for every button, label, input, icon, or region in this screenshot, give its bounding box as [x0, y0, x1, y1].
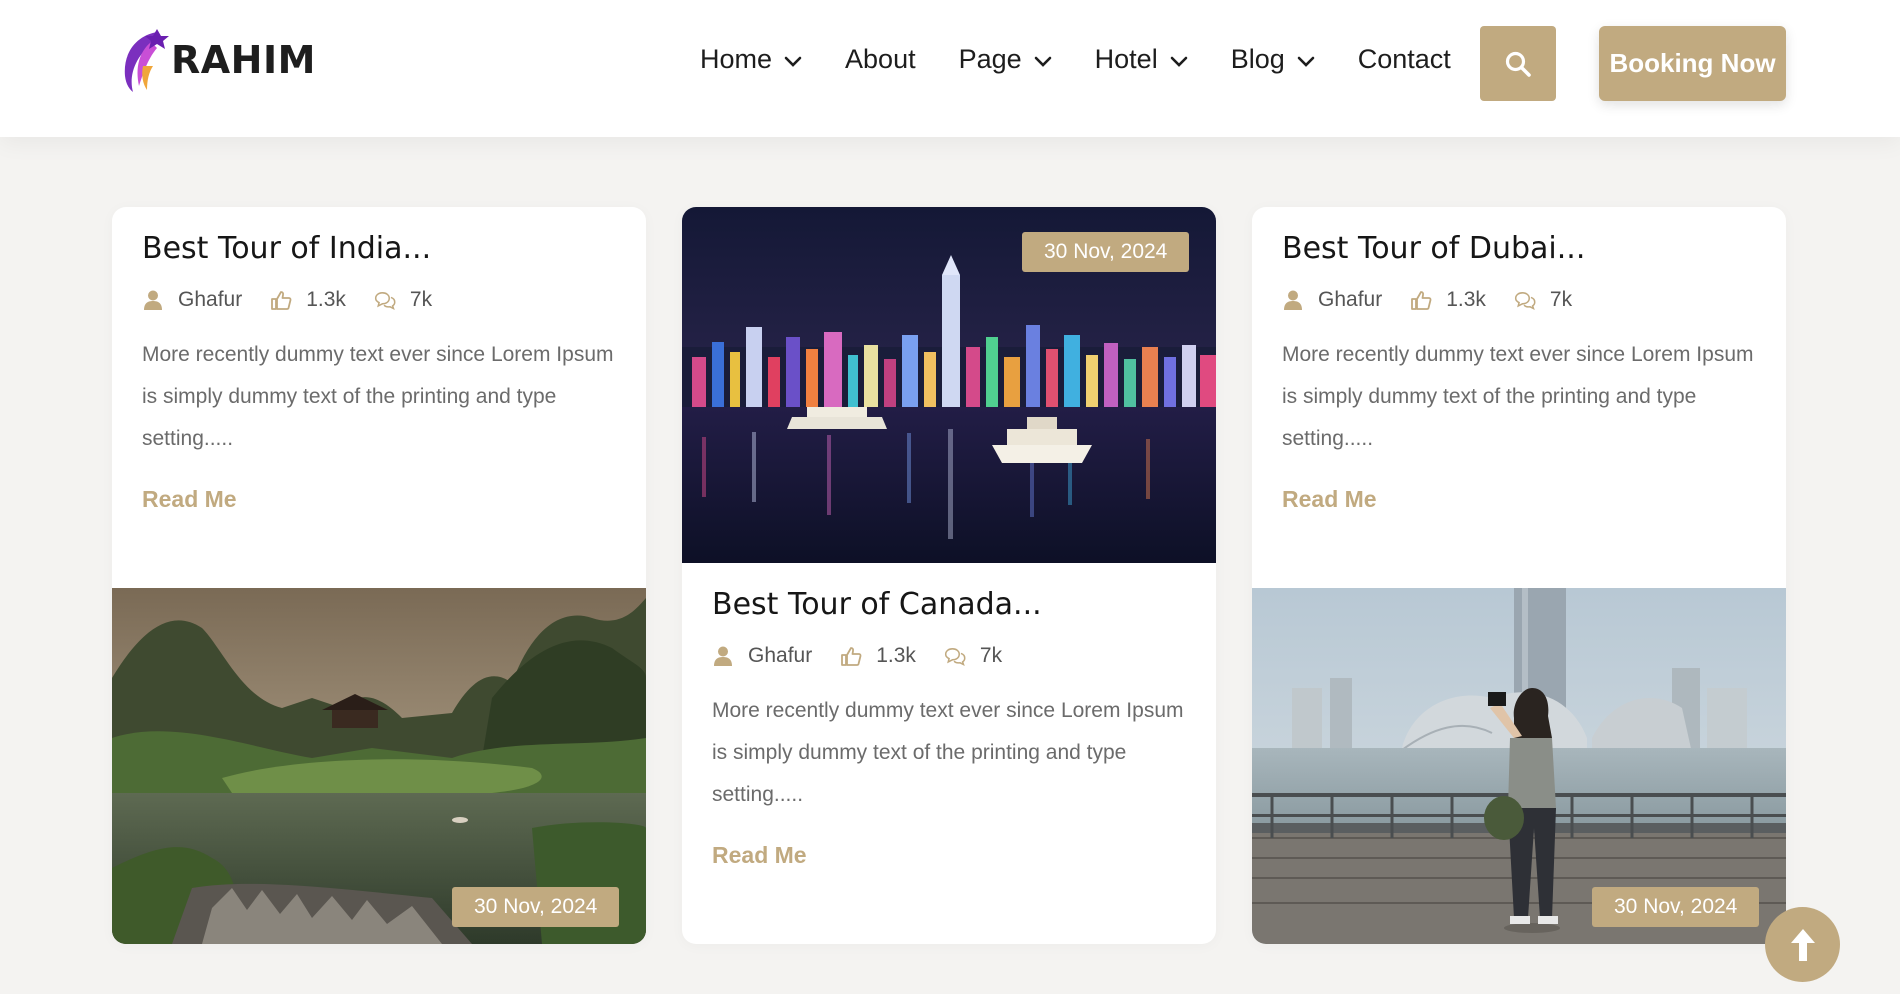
post-comments[interactable]: 7k [1514, 288, 1572, 312]
chevron-down-icon [1297, 56, 1315, 67]
read-more-link[interactable]: Read Me [712, 842, 807, 869]
post-excerpt: More recently dummy text ever since Lore… [142, 343, 614, 450]
chevron-down-icon [784, 56, 802, 67]
card-content: Best Tour of Dubai... Ghafur 1.3k 7k Mor… [1252, 207, 1786, 513]
logo-swoosh-icon [124, 29, 169, 92]
post-title[interactable]: Best Tour of Canada... [712, 587, 1186, 622]
chevron-down-icon [1034, 56, 1051, 67]
blog-card-india: Best Tour of India... Ghafur 1.3k 7k Mor… [112, 207, 646, 944]
post-image[interactable]: 30 Nov, 2024 [682, 207, 1216, 563]
post-likes[interactable]: 1.3k [840, 644, 916, 668]
chevron-down-icon [1170, 56, 1187, 67]
thumbs-up-icon [1411, 291, 1432, 310]
comments-count: 7k [979, 644, 1003, 667]
card-content: Best Tour of Canada... Ghafur 1.3k 7k Mo… [682, 563, 1216, 869]
main-nav: Home About Page Hotel Blog Contact [700, 44, 1451, 75]
post-meta: Ghafur 1.3k 7k [1282, 288, 1756, 312]
comments-count: 7k [1549, 288, 1573, 311]
user-icon [144, 290, 162, 310]
nav-item-label: Contact [1357, 44, 1451, 74]
post-title[interactable]: Best Tour of India... [142, 231, 616, 266]
post-author[interactable]: Ghafur [142, 288, 242, 312]
post-comments[interactable]: 7k [944, 644, 1002, 668]
post-author[interactable]: Ghafur [712, 644, 812, 668]
nav-item-home[interactable]: Home [700, 44, 802, 75]
read-more-link[interactable]: Read Me [1282, 486, 1377, 513]
post-comments[interactable]: 7k [374, 288, 432, 312]
post-date-badge: 30 Nov, 2024 [1022, 232, 1190, 272]
nav-item-label: About [845, 44, 916, 74]
nav-item-label: Page [958, 44, 1022, 74]
likes-count: 1.3k [306, 288, 346, 311]
post-meta: Ghafur 1.3k 7k [712, 644, 1186, 668]
comments-icon [1514, 292, 1536, 310]
nav-item-page[interactable]: Page [959, 44, 1052, 75]
booking-now-button[interactable]: Booking Now [1599, 26, 1786, 101]
likes-count: 1.3k [1446, 288, 1486, 311]
blog-card-dubai: Best Tour of Dubai... Ghafur 1.3k 7k Mor… [1252, 207, 1786, 944]
nav-item-hotel[interactable]: Hotel [1095, 44, 1188, 75]
post-excerpt: More recently dummy text ever since Lore… [1282, 343, 1754, 450]
comments-count: 7k [409, 288, 433, 311]
card-content: Best Tour of India... Ghafur 1.3k 7k Mor… [112, 207, 646, 513]
author-name: Ghafur [748, 644, 813, 667]
author-name: Ghafur [1318, 288, 1383, 311]
arrow-up-icon [1790, 928, 1815, 961]
read-more-link[interactable]: Read Me [142, 486, 237, 513]
author-name: Ghafur [178, 288, 243, 311]
post-author[interactable]: Ghafur [1282, 288, 1382, 312]
scroll-to-top-button[interactable] [1765, 907, 1840, 982]
post-date-badge: 30 Nov, 2024 [452, 887, 620, 927]
blog-card-canada: 30 Nov, 2024 Best Tour of Canada... Ghaf… [682, 207, 1216, 944]
nav-item-label: Home [700, 44, 773, 74]
nav-item-blog[interactable]: Blog [1231, 44, 1315, 75]
post-date-badge: 30 Nov, 2024 [1592, 887, 1760, 927]
post-likes[interactable]: 1.3k [270, 288, 346, 312]
post-title[interactable]: Best Tour of Dubai... [1282, 231, 1756, 266]
site-logo[interactable]: RAHIM [117, 26, 316, 94]
post-image[interactable]: 30 Nov, 2024 [112, 588, 646, 944]
post-meta: Ghafur 1.3k 7k [142, 288, 616, 312]
brand-name: RAHIM [171, 38, 316, 82]
comments-icon [374, 292, 396, 310]
nav-item-about[interactable]: About [845, 44, 916, 75]
post-image[interactable]: 30 Nov, 2024 [1252, 588, 1786, 944]
likes-count: 1.3k [876, 644, 916, 667]
nav-item-label: Blog [1230, 44, 1285, 74]
thumbs-up-icon [841, 647, 862, 666]
comments-icon [944, 648, 966, 666]
nav-item-contact[interactable]: Contact [1358, 44, 1451, 75]
site-header: RAHIM Home About Page Hotel Blog Contact [0, 0, 1900, 137]
user-icon [714, 646, 732, 666]
post-likes[interactable]: 1.3k [1410, 288, 1486, 312]
post-excerpt: More recently dummy text ever since Lore… [712, 699, 1184, 806]
search-button[interactable] [1480, 26, 1556, 101]
user-icon [1284, 290, 1302, 310]
nav-item-label: Hotel [1094, 44, 1158, 74]
search-icon [1505, 51, 1531, 77]
thumbs-up-icon [271, 291, 292, 310]
